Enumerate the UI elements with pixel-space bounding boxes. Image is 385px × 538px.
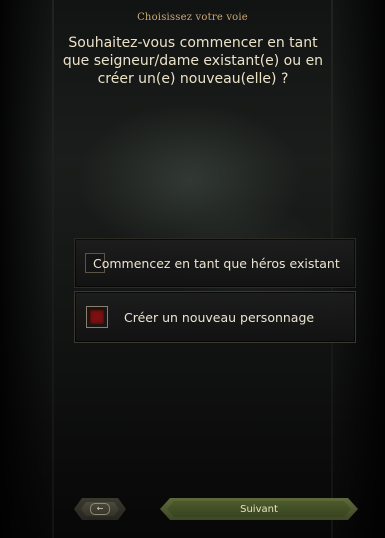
next-button[interactable]: Suivant: [160, 498, 358, 520]
footer-bar: ← Suivant: [0, 498, 385, 522]
left-vignette: [0, 0, 52, 538]
checkbox-selected-fill: [90, 310, 104, 324]
next-button-inner: Suivant: [167, 501, 351, 517]
choose-path-screen: Choisissez votre voie Souhaitez-vous com…: [0, 0, 385, 538]
new-character-label: Créer un nouveau personnage: [124, 309, 315, 325]
option-new-character[interactable]: Créer un nouveau personnage: [74, 291, 356, 343]
back-arrow-icon: ←: [90, 503, 110, 515]
back-button-inner: ←: [81, 502, 119, 516]
left-divider: [52, 0, 54, 538]
next-button-label: Suivant: [240, 503, 278, 515]
existing-hero-label: Commencez en tant que héros existant: [93, 255, 340, 271]
option-existing-hero[interactable]: Commencez en tant que héros existant: [74, 238, 356, 288]
screen-subtitle: Choisissez votre voie: [137, 12, 248, 23]
option-list: Commencez en tant que héros existant Cré…: [74, 238, 356, 346]
path-question: Souhaitez-vous commencer en tant que sei…: [62, 35, 324, 87]
back-button[interactable]: ←: [74, 498, 126, 520]
new-character-checkbox[interactable]: [86, 306, 108, 328]
